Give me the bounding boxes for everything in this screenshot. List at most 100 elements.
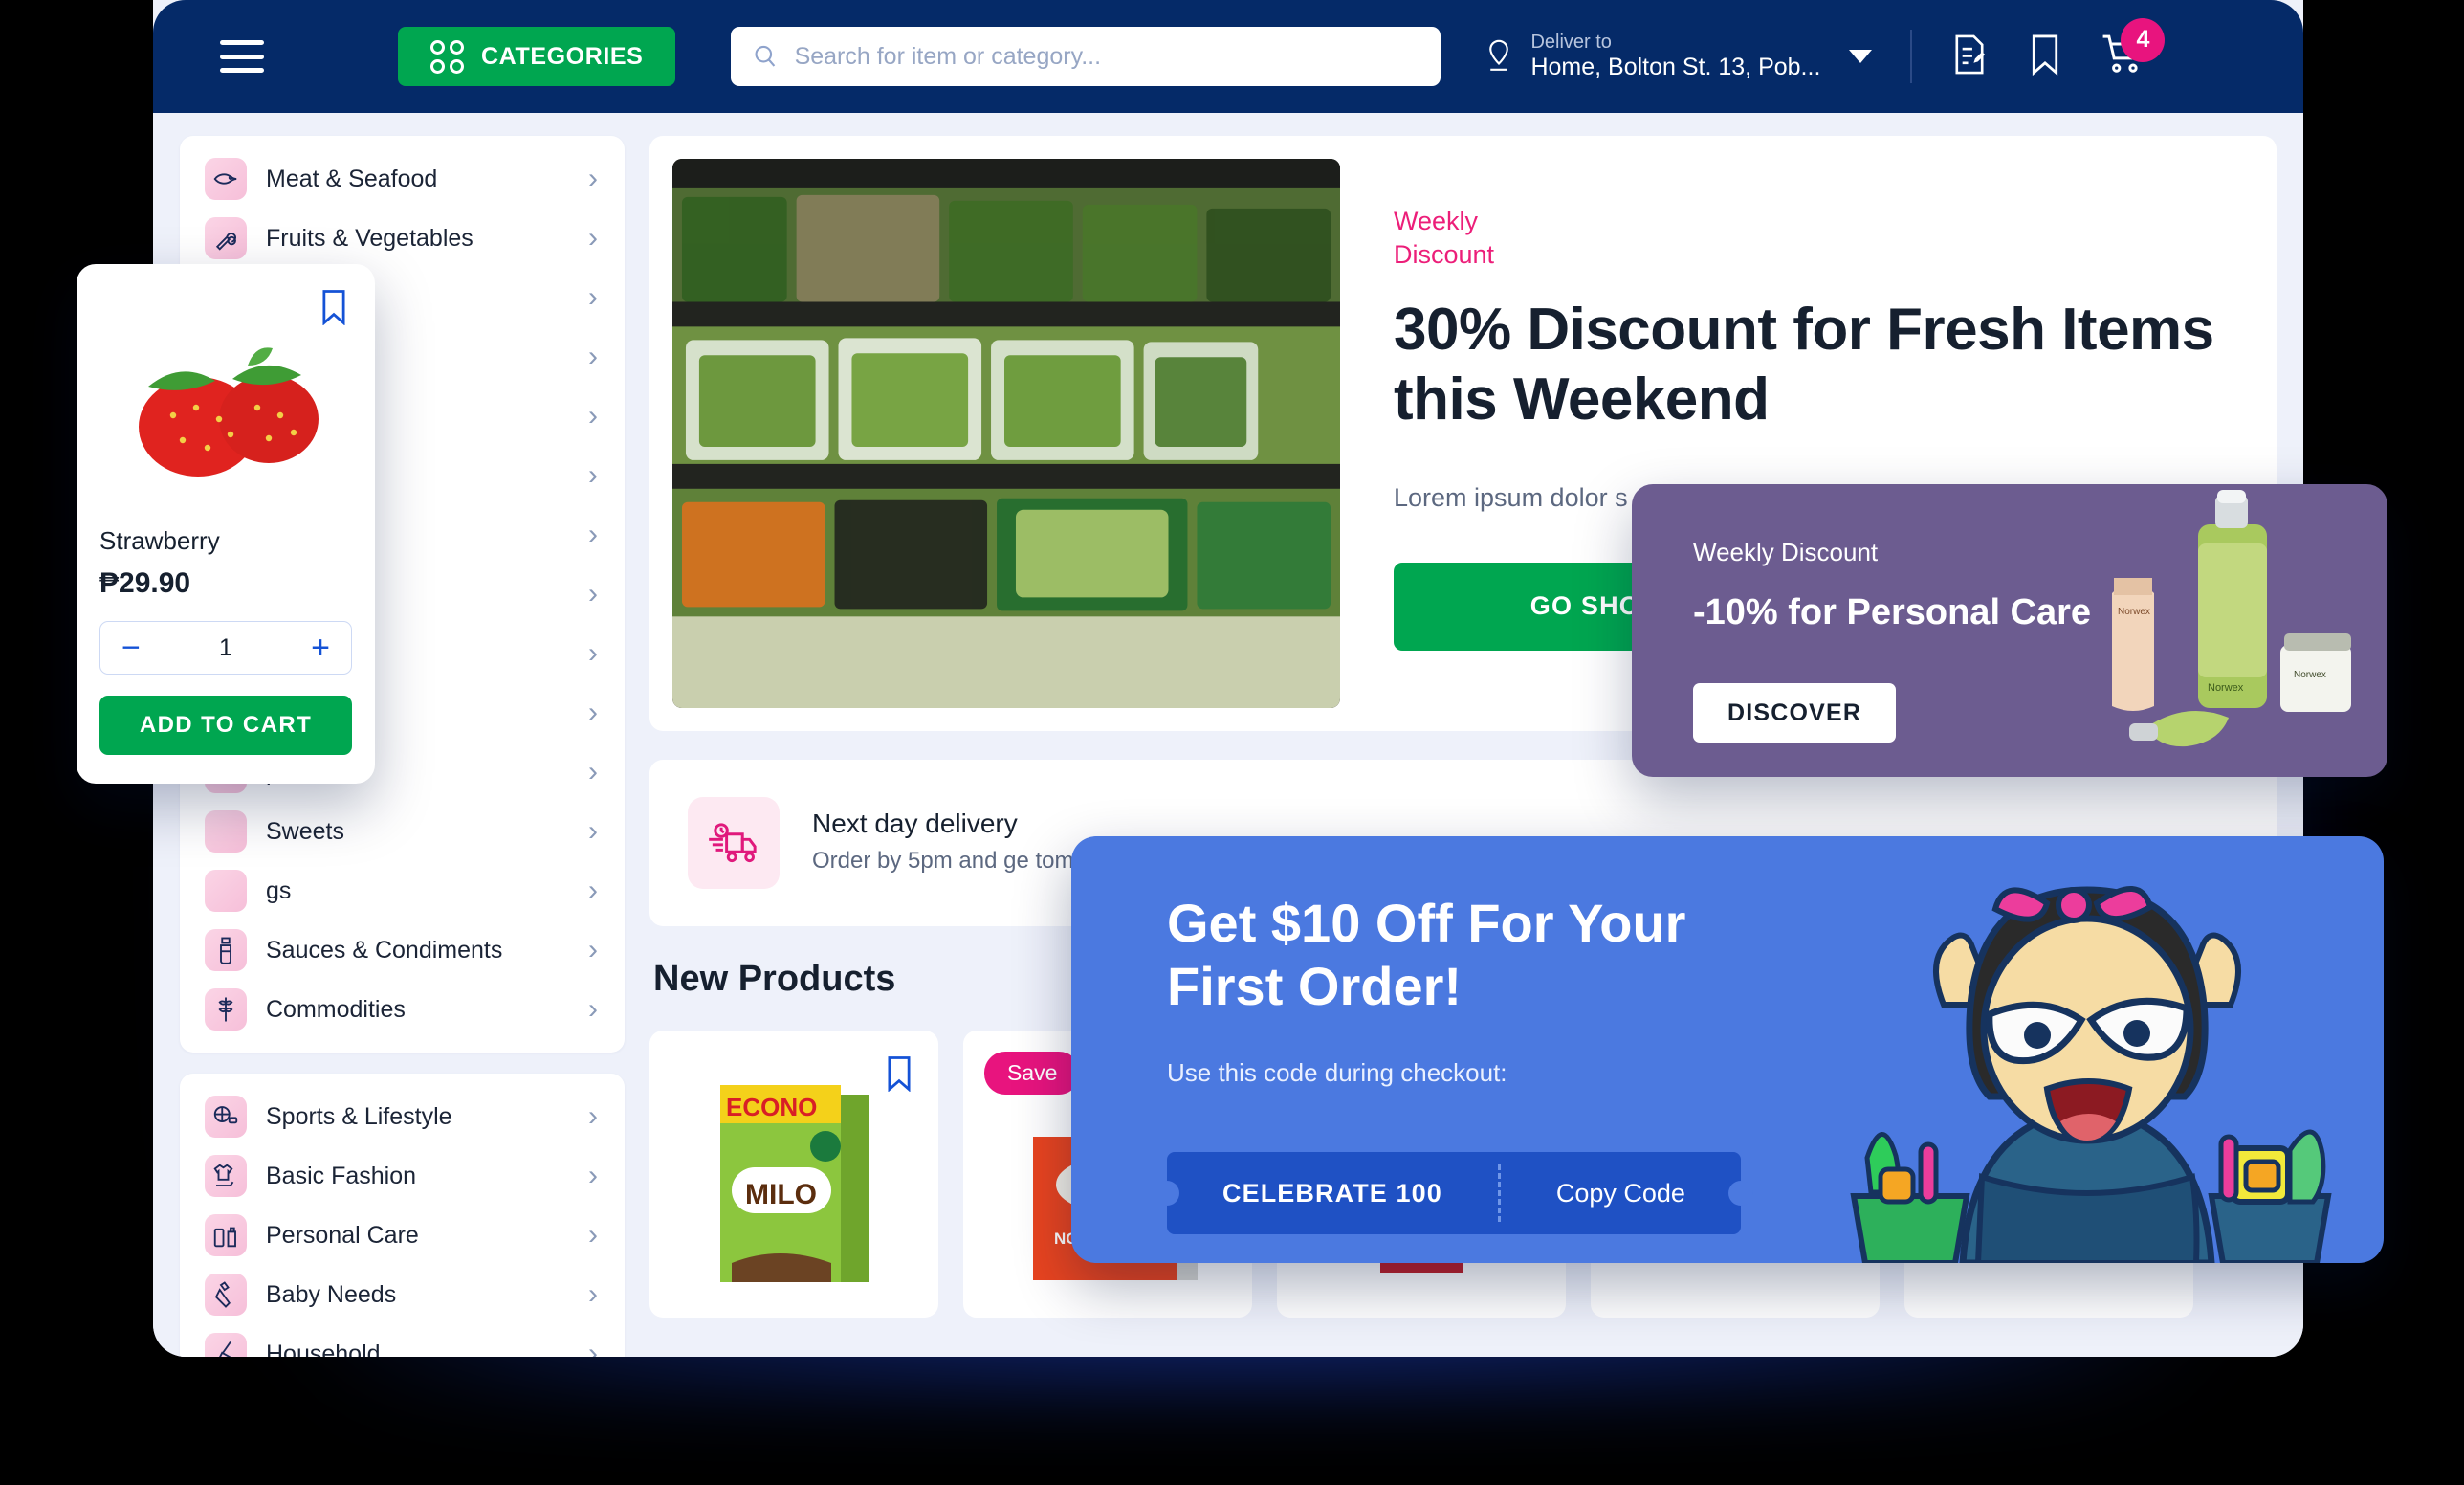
hero-kicker: Weekly Discount — [1394, 207, 1495, 270]
sweets-icon — [205, 810, 247, 853]
product-card[interactable]: ECONO MILO — [649, 1031, 938, 1318]
bookmark-icon[interactable] — [2029, 33, 2061, 80]
location-pin-icon — [1489, 39, 1509, 71]
first-order-promo-card[interactable]: Get $10 Off For Your First Order! Use th… — [1071, 836, 2384, 1263]
bookmark-icon[interactable] — [885, 1055, 913, 1097]
grid-icon — [430, 39, 464, 74]
sidebar-item-drugs[interactable]: gs › — [180, 861, 625, 920]
sidebar-item-sports-lifestyle[interactable]: Sports & Lifestyle › — [180, 1087, 625, 1146]
sidebar-item-label: Baby Needs — [266, 1280, 397, 1308]
broom-icon — [205, 1333, 247, 1357]
sidebar-item-label: Commodities — [266, 995, 406, 1023]
svg-text:ECONO: ECONO — [726, 1093, 817, 1121]
list-edit-icon[interactable] — [1950, 33, 1989, 80]
delivery-truck-icon — [688, 797, 780, 889]
coupon: CELEBRATE 100 Copy Code — [1155, 1152, 1753, 1234]
chevron-right-icon: › — [588, 163, 598, 194]
chevron-right-icon: › — [588, 222, 598, 254]
categories-button[interactable]: CATEGORIES — [398, 27, 676, 86]
chevron-right-icon: › — [588, 934, 598, 965]
chevron-right-icon: › — [588, 697, 598, 728]
quantity-stepper[interactable]: − 1 + — [99, 621, 352, 675]
sidebar-item-baby-needs[interactable]: Baby Needs › — [180, 1265, 625, 1324]
search-input[interactable] — [794, 42, 1420, 71]
coupon-code: CELEBRATE 100 — [1222, 1178, 1442, 1208]
cart-icon[interactable]: 4 — [2101, 17, 2166, 80]
product-name: Strawberry — [99, 526, 220, 555]
product-image — [99, 320, 352, 480]
add-to-cart-button[interactable]: ADD TO CART — [99, 696, 352, 755]
hero-title: 30% Discount for Fresh Items this Weeken… — [1394, 297, 2214, 433]
sidebar-item-label: Basic Fashion — [266, 1162, 417, 1189]
chevron-right-icon: › — [588, 637, 598, 669]
shirt-shoe-icon — [205, 1155, 247, 1197]
chevron-right-icon: › — [588, 756, 598, 787]
deliver-to-label: Deliver to — [1530, 32, 1612, 54]
categories-label: CATEGORIES — [481, 42, 644, 70]
bottle-icon — [205, 929, 247, 971]
sidebar-item-label: Sports & Lifestyle — [266, 1102, 452, 1130]
chevron-down-icon — [1849, 50, 1873, 63]
sidebar-item-meat-seafood[interactable]: Meat & Seafood › — [180, 149, 625, 209]
sidebar-item-commodities[interactable]: Commodities › — [180, 980, 625, 1039]
sidebar-item-sweets[interactable]: Sweets › — [180, 802, 625, 861]
chevron-right-icon: › — [588, 341, 598, 372]
chevron-right-icon: › — [588, 459, 598, 491]
personal-care-products-image: Norwex Norwex Norwex — [2055, 490, 2370, 767]
svg-text:MILO: MILO — [745, 1179, 817, 1210]
product-price: ₱29.90 — [99, 567, 191, 599]
promo-title: Get $10 Off For Your First Order! — [1167, 893, 1686, 1017]
chevron-right-icon: › — [588, 1338, 598, 1358]
excited-shopper-illustration — [1800, 861, 2374, 1263]
delivery-title: Next day delivery — [812, 808, 1018, 838]
carrot-apple-icon — [205, 217, 247, 259]
drugs-icon — [205, 870, 247, 912]
chevron-right-icon: › — [588, 519, 598, 550]
sidebar-item-label: Fruits & Vegetables — [266, 224, 473, 252]
chevron-right-icon: › — [588, 815, 598, 847]
deliver-to-selector[interactable]: Deliver to Home, Bolton St. 13, Pob... — [1485, 32, 1873, 81]
lotion-icon — [205, 1214, 247, 1256]
header-actions: 4 — [1950, 17, 2166, 80]
cart-badge: 4 — [2121, 17, 2166, 62]
sidebar-item-household[interactable]: Household › — [180, 1324, 625, 1357]
decrement-button[interactable]: − — [121, 632, 141, 664]
chevron-right-icon: › — [588, 281, 598, 313]
sidebar-item-sauces-condiments[interactable]: Sauces & Condiments › — [180, 920, 625, 980]
personal-care-promo-card[interactable]: Weekly Discount -10% for Personal Care D… — [1632, 484, 2387, 777]
chevron-right-icon: › — [588, 875, 598, 906]
chevron-right-icon: › — [588, 1100, 598, 1132]
chevron-right-icon: › — [588, 1219, 598, 1251]
grain-icon — [205, 988, 247, 1031]
sidebar-item-label: Household — [266, 1340, 381, 1358]
quantity-value: 1 — [219, 633, 232, 661]
search-bar[interactable] — [731, 27, 1441, 86]
sidebar-item-basic-fashion[interactable]: Basic Fashion › — [180, 1146, 625, 1206]
deliver-to-value: Home, Bolton St. 13, Pob... — [1530, 54, 1821, 81]
hamburger-icon[interactable] — [220, 40, 264, 73]
sidebar-item-label: Meat & Seafood — [266, 165, 438, 192]
search-icon — [755, 45, 776, 67]
copy-code-button[interactable]: Copy Code — [1501, 1179, 1741, 1208]
discover-button[interactable]: DISCOVER — [1693, 683, 1897, 742]
bookmark-icon[interactable] — [319, 289, 348, 330]
sidebar-item-label: Sweets — [266, 817, 344, 845]
sidebar-item-fruits-vegetables[interactable]: Fruits & Vegetables › — [180, 209, 625, 268]
sidebar-item-personal-care[interactable]: Personal Care › — [180, 1206, 625, 1265]
hero-image — [672, 159, 1340, 708]
floating-product-card[interactable]: Strawberry ₱29.90 − 1 + ADD TO CART — [77, 264, 375, 784]
app-header: CATEGORIES Deliver to Home, Bolton St. 1… — [153, 0, 2303, 113]
chevron-right-icon: › — [588, 993, 598, 1025]
svg-text:Norwex: Norwex — [2294, 670, 2326, 680]
svg-text:Norwex: Norwex — [2208, 682, 2244, 694]
screenshot-root: CATEGORIES Deliver to Home, Bolton St. 1… — [0, 0, 2464, 1485]
sidebar-item-label: gs — [266, 876, 292, 904]
chevron-right-icon: › — [588, 1160, 598, 1191]
chevron-right-icon: › — [588, 400, 598, 432]
chevron-right-icon: › — [588, 1278, 598, 1310]
chevron-right-icon: › — [588, 578, 598, 610]
sidebar-item-label: Personal Care — [266, 1221, 419, 1249]
fish-icon — [205, 158, 247, 200]
header-divider — [1910, 30, 1913, 83]
increment-button[interactable]: + — [311, 632, 330, 664]
